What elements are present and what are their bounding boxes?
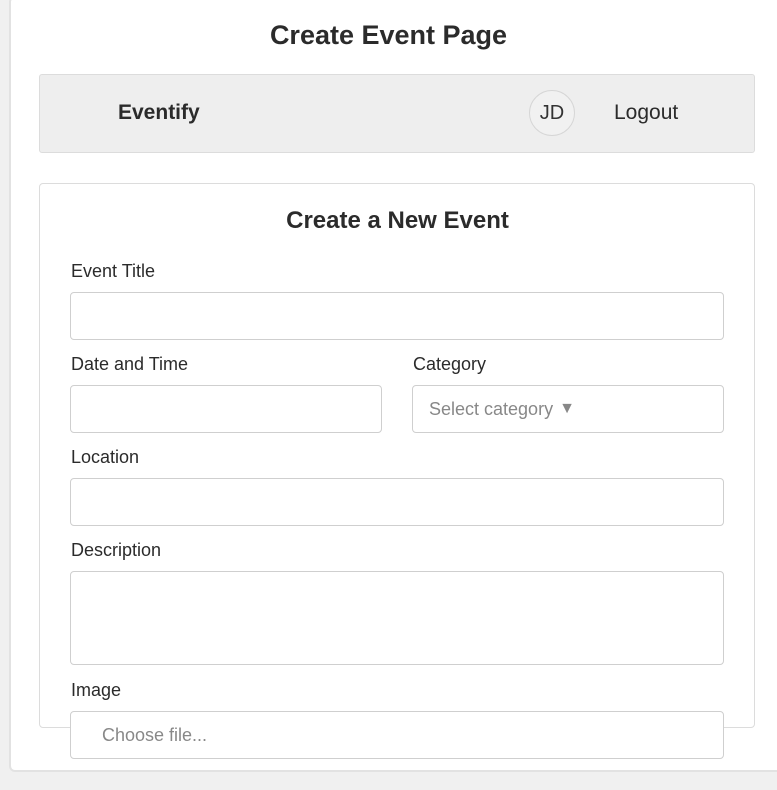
triangle-down-icon: ▼ xyxy=(559,400,575,417)
category-label: Category xyxy=(413,354,487,374)
avatar[interactable]: JD xyxy=(529,90,575,136)
description-label: Description xyxy=(71,540,162,560)
file-placeholder: Choose file... xyxy=(102,724,208,745)
form-title: Create a New Event xyxy=(286,207,509,234)
navbar: Eventify JD Logout xyxy=(39,74,755,153)
location-input[interactable] xyxy=(70,478,724,526)
logout-link[interactable]: Logout xyxy=(614,100,678,126)
event-title-label: Event Title xyxy=(71,261,156,281)
page-title: Create Event Page xyxy=(269,20,508,50)
date-time-label: Date and Time xyxy=(71,354,189,374)
location-label: Location xyxy=(71,447,140,467)
category-select[interactable]: Select category ▼ xyxy=(412,385,724,433)
description-textarea[interactable] xyxy=(70,571,724,665)
date-time-input[interactable] xyxy=(70,385,382,433)
image-label: Image xyxy=(71,680,122,700)
event-title-input[interactable] xyxy=(70,292,724,340)
image-file-input[interactable]: Choose file... xyxy=(70,711,724,759)
category-placeholder: Select category xyxy=(429,398,554,419)
brand-logo[interactable]: Eventify xyxy=(118,100,200,126)
